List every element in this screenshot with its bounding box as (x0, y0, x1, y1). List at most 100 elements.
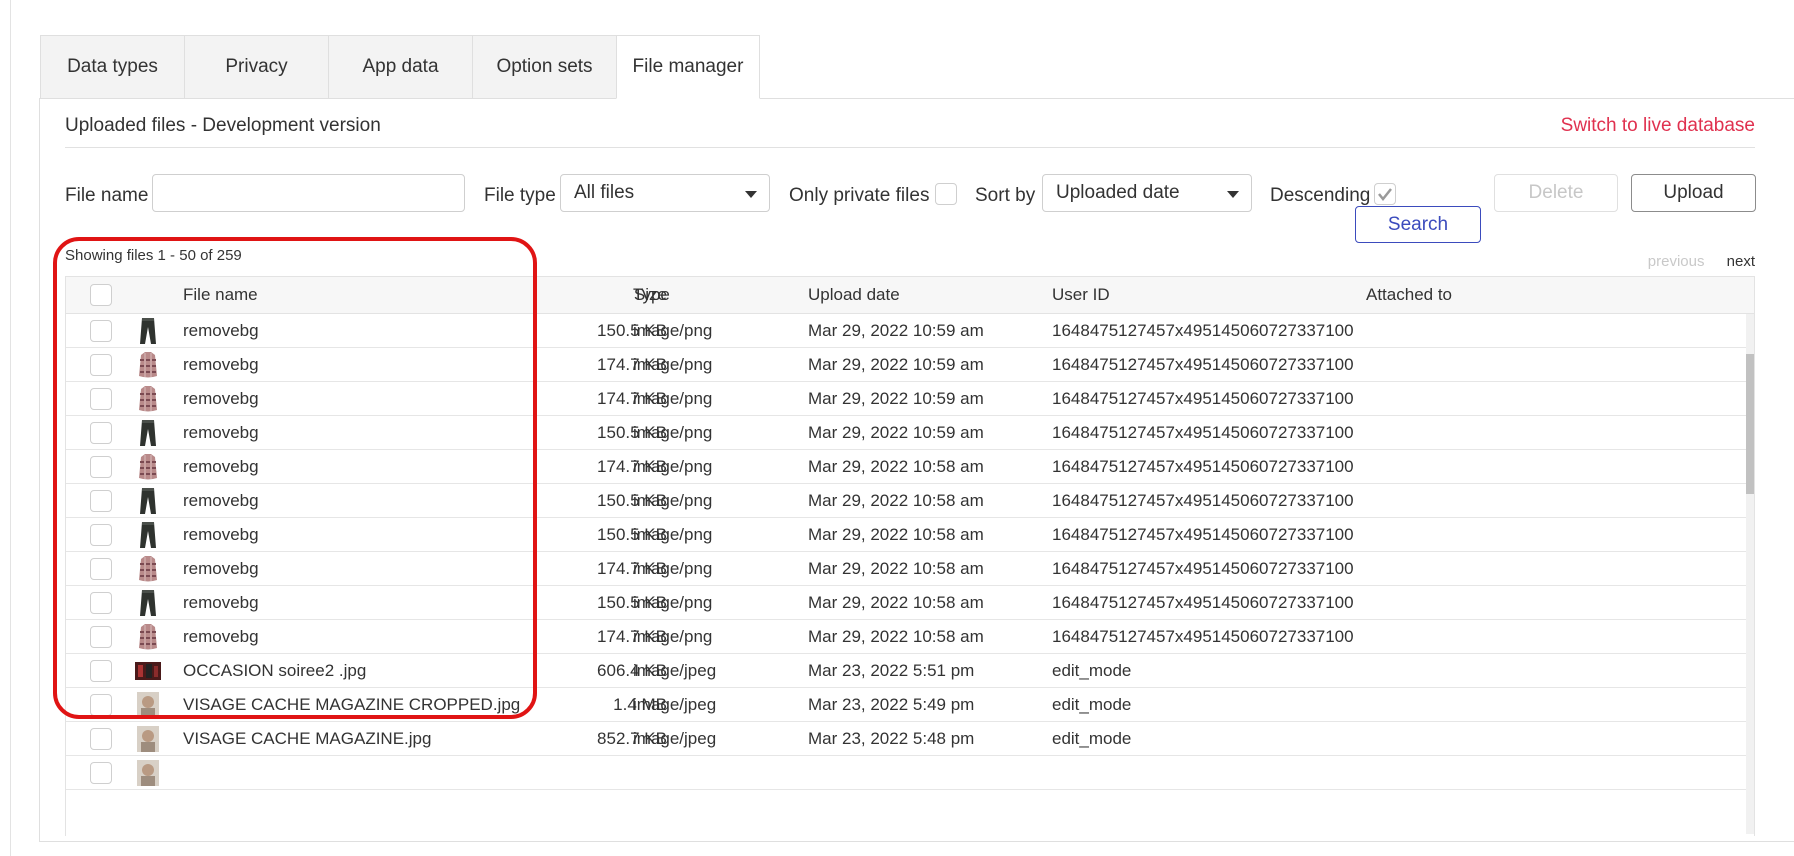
file-thumbnail (134, 314, 162, 347)
row-checkbox[interactable] (90, 761, 112, 784)
table-row[interactable]: removebg 174.7 KB image/png Mar 29, 2022 10… (66, 552, 1754, 586)
table-scrollbar[interactable] (1746, 314, 1754, 834)
file-name-cell[interactable]: removebg (183, 416, 259, 449)
table-row[interactable]: removebg 150.5 KB image/png Mar 29, 2022 10… (66, 586, 1754, 620)
file-name-input[interactable] (152, 174, 465, 212)
file-name-cell[interactable]: removebg (183, 450, 259, 483)
user-id-cell: 1648475127457x495145060727337100 (1052, 626, 1354, 646)
table-row[interactable]: removebg 150.5 KB image/png Mar 29, 2022 10… (66, 518, 1754, 552)
row-checkbox-cell (90, 348, 112, 381)
pager: previous next (1648, 253, 1755, 270)
file-name-cell[interactable]: OCCASION soiree2 .jpg (183, 654, 366, 687)
table-row[interactable]: removebg 150.5 KB image/png Mar 29, 2022 10… (66, 314, 1754, 348)
tab-option-sets[interactable]: Option sets (472, 35, 616, 99)
scrollbar-thumb[interactable] (1746, 354, 1754, 494)
tab-privacy[interactable]: Privacy (184, 35, 328, 99)
tab-file-manager[interactable]: File manager (616, 35, 760, 99)
table-row[interactable]: removebg 150.5 KB image/png Mar 29, 2022 10… (66, 484, 1754, 518)
file-name-cell[interactable]: removebg (183, 382, 259, 415)
previous-link[interactable]: previous (1648, 253, 1705, 270)
upload-date-cell: Mar 29, 2022 10:59 am (808, 422, 984, 442)
col-user-id[interactable]: User ID (1052, 277, 1110, 313)
upload-date-cell: Mar 23, 2022 5:48 pm (808, 728, 975, 748)
row-checkbox[interactable] (90, 353, 112, 376)
file-name-cell[interactable]: VISAGE CACHE MAGAZINE.jpg (183, 722, 431, 755)
file-type-cell: image/png (633, 320, 713, 340)
file-name-cell[interactable]: removebg (183, 484, 259, 517)
row-checkbox-cell (90, 756, 112, 789)
row-checkbox-cell (90, 552, 112, 585)
table-row[interactable]: removebg 174.7 KB image/png Mar 29, 2022 10… (66, 382, 1754, 416)
private-files-checkbox[interactable] (935, 183, 957, 205)
upload-date-cell: Mar 29, 2022 10:58 am (808, 626, 984, 646)
upload-date-cell: Mar 29, 2022 10:58 am (808, 592, 984, 612)
table-row[interactable] (66, 756, 1754, 790)
upload-date-cell: Mar 29, 2022 10:58 am (808, 558, 984, 578)
row-checkbox[interactable] (90, 489, 112, 512)
file-name-cell[interactable]: removebg (183, 518, 259, 551)
row-checkbox[interactable] (90, 727, 112, 750)
row-checkbox[interactable] (90, 625, 112, 648)
file-thumbnail (134, 348, 162, 381)
file-name-cell[interactable]: removebg (183, 552, 259, 585)
file-type-cell: image/png (633, 490, 713, 510)
file-manager-screen: Data types Privacy App data Option sets … (0, 0, 1794, 856)
file-type-label: File type (484, 185, 556, 206)
file-name-cell[interactable]: removebg (183, 348, 259, 381)
row-checkbox[interactable] (90, 387, 112, 410)
next-link[interactable]: next (1727, 253, 1755, 270)
delete-button[interactable]: Delete (1494, 174, 1618, 212)
row-checkbox[interactable] (90, 591, 112, 614)
col-attached-to[interactable]: Attached to (1366, 277, 1452, 313)
row-checkbox-cell (90, 518, 112, 551)
user-id-cell: 1648475127457x495145060727337100 (1052, 524, 1354, 544)
row-checkbox[interactable] (90, 455, 112, 478)
file-type-select[interactable]: All files (560, 174, 770, 212)
row-checkbox-cell (90, 484, 112, 517)
tab-app-data[interactable]: App data (328, 35, 472, 99)
table-row[interactable]: removebg 150.5 KB image/png Mar 29, 2022 10… (66, 416, 1754, 450)
table-row[interactable]: removebg 174.7 KB image/png Mar 29, 2022 10… (66, 450, 1754, 484)
table-row[interactable]: VISAGE CACHE MAGAZINE CROPPED.jpg 1.4 MB i… (66, 688, 1754, 722)
sort-by-select[interactable]: Uploaded date (1042, 174, 1252, 212)
col-type[interactable]: Type (633, 277, 670, 313)
upload-date-cell: Mar 29, 2022 10:58 am (808, 490, 984, 510)
table-row[interactable]: OCCASION soiree2 .jpg 606.4 KB image/jpeg M… (66, 654, 1754, 688)
switch-to-live-link[interactable]: Switch to live database (1561, 115, 1755, 137)
row-checkbox[interactable] (90, 557, 112, 580)
file-name-cell[interactable]: removebg (183, 314, 259, 347)
file-thumbnail (134, 450, 162, 483)
col-upload-date[interactable]: Upload date (808, 277, 900, 313)
file-thumbnail (134, 722, 162, 755)
row-checkbox-cell (90, 654, 112, 687)
row-checkbox[interactable] (90, 319, 112, 342)
descending-checkbox[interactable] (1374, 183, 1396, 205)
row-checkbox[interactable] (90, 659, 112, 682)
select-all-checkbox[interactable] (90, 284, 112, 306)
user-id-cell: 1648475127457x495145060727337100 (1052, 558, 1354, 578)
file-name-label: File name (65, 185, 149, 206)
row-checkbox[interactable] (90, 421, 112, 444)
table-row[interactable]: removebg 174.7 KB image/png Mar 29, 2022 10… (66, 620, 1754, 654)
showing-count: Showing files 1 - 50 of 259 (65, 247, 242, 264)
file-type-cell: image/png (633, 388, 713, 408)
upload-date-cell: Mar 29, 2022 10:59 am (808, 320, 984, 340)
tab-bar: Data types Privacy App data Option sets … (40, 35, 760, 99)
upload-button[interactable]: Upload (1631, 174, 1756, 212)
tab-data-types[interactable]: Data types (40, 35, 184, 99)
row-checkbox-cell (90, 314, 112, 347)
left-border (10, 0, 11, 856)
row-checkbox-cell (90, 586, 112, 619)
table-row[interactable]: VISAGE CACHE MAGAZINE.jpg 852.7 KB image/j… (66, 722, 1754, 756)
search-button[interactable]: Search (1355, 206, 1481, 243)
upload-date-cell: Mar 23, 2022 5:49 pm (808, 694, 975, 714)
file-name-cell[interactable]: removebg (183, 620, 259, 653)
col-file-name[interactable]: File name (183, 277, 258, 313)
row-checkbox[interactable] (90, 523, 112, 546)
file-name-cell[interactable]: VISAGE CACHE MAGAZINE CROPPED.jpg (183, 688, 520, 721)
file-name-cell[interactable]: removebg (183, 586, 259, 619)
row-checkbox[interactable] (90, 693, 112, 716)
user-id-cell: 1648475127457x495145060727337100 (1052, 354, 1354, 374)
table-row[interactable]: removebg 174.7 KB image/png Mar 29, 2022 10… (66, 348, 1754, 382)
check-icon (1378, 188, 1392, 202)
